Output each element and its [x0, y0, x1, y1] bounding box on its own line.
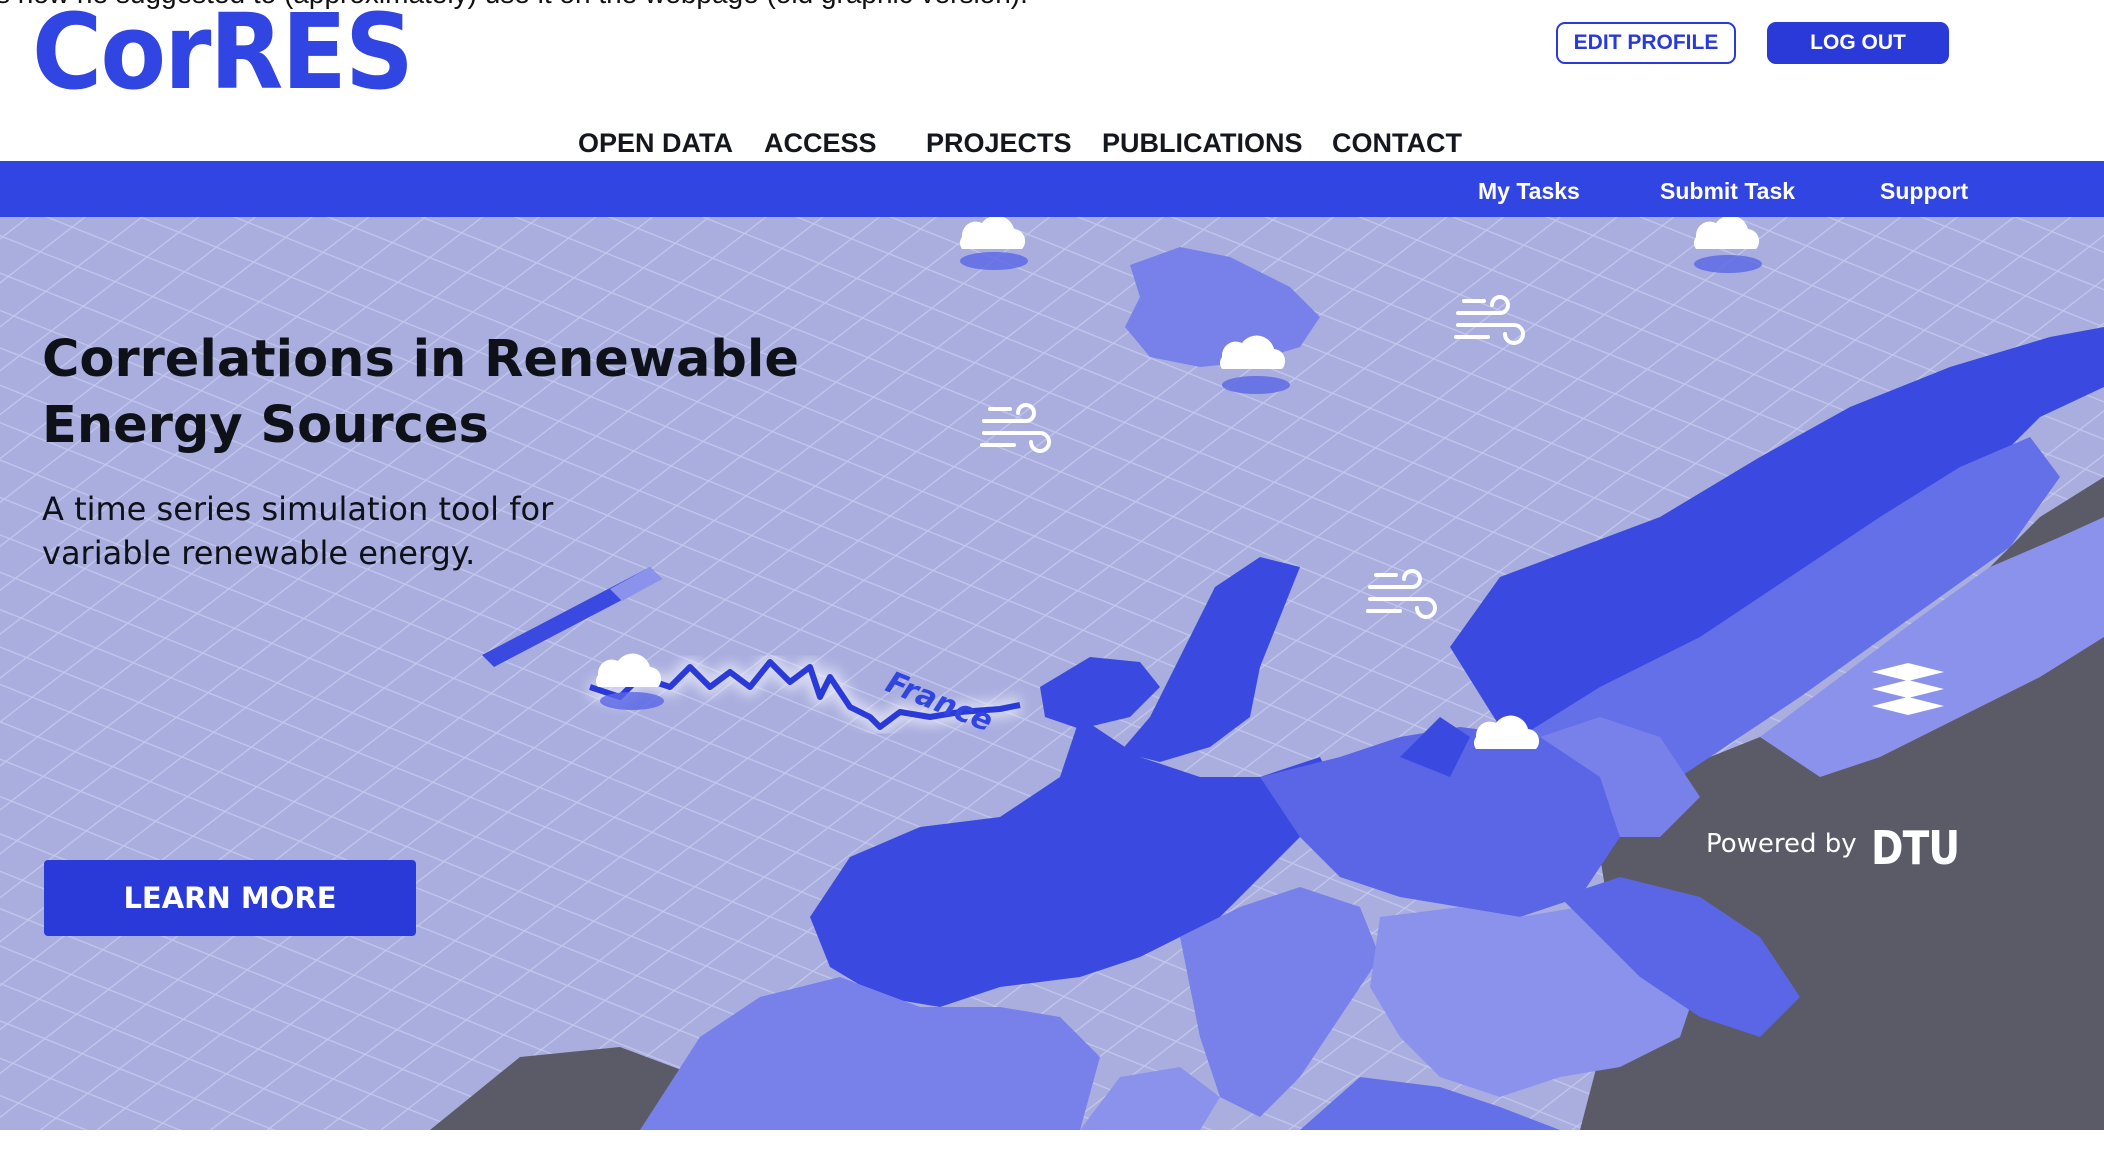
subnav-item-support[interactable]: Support: [1880, 178, 1968, 205]
powered-by-text: Powered by: [1706, 829, 1857, 859]
subnav-item-submit-task[interactable]: Submit Task: [1660, 178, 1795, 205]
log-out-button[interactable]: LOG OUT: [1767, 22, 1949, 64]
subnav-item-my-tasks[interactable]: My Tasks: [1478, 178, 1580, 205]
corres-logo[interactable]: CorRES: [32, 0, 414, 104]
nav-item-contact[interactable]: CONTACT: [1332, 128, 1462, 159]
dtu-logo-text[interactable]: DTU: [1871, 821, 1960, 875]
nav-item-open-data[interactable]: OPEN DATA: [578, 128, 733, 159]
main-navigation: OPEN DATA ACCESS PROJECTS PUBLICATIONS C…: [0, 128, 2104, 162]
hero-subtitle: A time series simulation tool for variab…: [42, 490, 554, 572]
secondary-navigation-bar: My Tasks Submit Task Support: [0, 161, 2104, 217]
edit-profile-button[interactable]: EDIT PROFILE: [1556, 22, 1736, 64]
learn-more-button[interactable]: LEARN MORE: [44, 860, 416, 936]
nav-item-publications[interactable]: PUBLICATIONS: [1102, 128, 1303, 159]
page-footer-gap: [0, 1130, 2104, 1158]
hero-banner: Correlations in Renewable Energy Sources…: [0, 217, 2104, 1130]
nav-item-access[interactable]: ACCESS: [764, 128, 877, 159]
dtu-logo-icon: [1872, 663, 1944, 715]
nav-item-projects[interactable]: PROJECTS: [926, 128, 1072, 159]
hero-title: Correlations in Renewable Energy Sources: [42, 330, 799, 455]
